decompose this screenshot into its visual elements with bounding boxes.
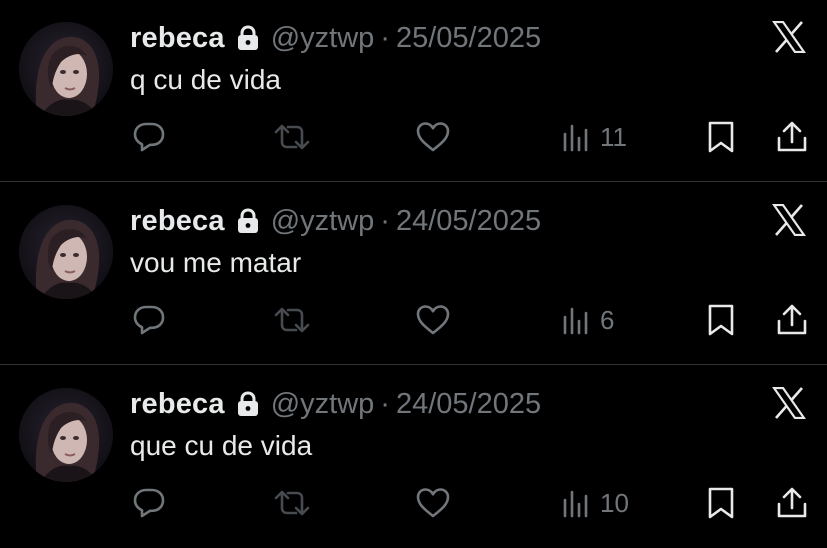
tweet[interactable]: rebeca @yztwp · 25/05/2025 q cu de vida xyxy=(0,0,827,182)
handle[interactable]: @yztwp xyxy=(271,388,375,421)
views-count: 6 xyxy=(600,304,615,335)
views-chart-icon xyxy=(563,490,588,518)
share-icon xyxy=(777,304,807,335)
views-count: 11 xyxy=(600,121,627,152)
x-logo-icon xyxy=(771,386,807,420)
timestamp[interactable]: 25/05/2025 xyxy=(396,22,541,55)
divider xyxy=(0,181,827,182)
tweet-header: rebeca @yztwp · 25/05/2025 xyxy=(130,20,541,56)
views-button[interactable]: 6 xyxy=(562,303,614,337)
divider xyxy=(0,364,827,365)
views-count: 10 xyxy=(600,487,629,518)
reply-icon xyxy=(133,488,165,518)
handle[interactable]: @yztwp xyxy=(271,205,375,238)
avatar[interactable] xyxy=(19,388,113,482)
retweet-icon xyxy=(274,307,310,333)
reply-icon xyxy=(133,122,165,152)
like-button[interactable] xyxy=(415,486,451,520)
timestamp[interactable]: 24/05/2025 xyxy=(396,205,541,238)
retweet-button[interactable] xyxy=(273,120,311,154)
display-name[interactable]: rebeca xyxy=(130,205,225,238)
lock-icon xyxy=(237,208,259,234)
timestamp[interactable]: 24/05/2025 xyxy=(396,388,541,421)
tweet-text: q cu de vida xyxy=(130,64,281,95)
views-button[interactable]: 11 xyxy=(562,120,627,154)
share-button[interactable] xyxy=(776,120,808,154)
share-button[interactable] xyxy=(776,486,808,520)
lock-icon xyxy=(237,391,259,417)
avatar[interactable] xyxy=(19,22,113,116)
tweet-header: rebeca @yztwp · 24/05/2025 xyxy=(130,386,541,422)
share-icon xyxy=(777,121,807,152)
views-chart-icon xyxy=(563,307,588,335)
like-button[interactable] xyxy=(415,120,451,154)
reply-icon xyxy=(133,305,165,335)
retweet-icon xyxy=(274,124,310,150)
display-name[interactable]: rebeca xyxy=(130,22,225,55)
tweet[interactable]: rebeca @yztwp · 24/05/2025 que cu de vid… xyxy=(0,366,827,548)
lock-icon xyxy=(237,25,259,51)
reply-button[interactable] xyxy=(132,486,166,520)
handle[interactable]: @yztwp xyxy=(271,22,375,55)
bookmark-icon xyxy=(708,121,734,153)
separator-dot: · xyxy=(380,21,390,54)
avatar[interactable] xyxy=(19,205,113,299)
separator-dot: · xyxy=(380,204,390,237)
bookmark-button[interactable] xyxy=(706,303,736,337)
reply-button[interactable] xyxy=(132,303,166,337)
tweet-text: vou me matar xyxy=(130,247,302,278)
views-chart-icon xyxy=(563,124,588,152)
bookmark-icon xyxy=(708,487,734,519)
views-button[interactable]: 10 xyxy=(562,486,629,520)
bookmark-button[interactable] xyxy=(706,486,736,520)
share-button[interactable] xyxy=(776,303,808,337)
x-logo-icon xyxy=(771,20,807,54)
heart-icon xyxy=(416,488,450,518)
separator-dot: · xyxy=(380,387,390,420)
retweet-button[interactable] xyxy=(273,486,311,520)
retweet-icon xyxy=(274,490,310,516)
tweet-header: rebeca @yztwp · 24/05/2025 xyxy=(130,203,541,239)
like-button[interactable] xyxy=(415,303,451,337)
share-icon xyxy=(777,487,807,518)
bookmark-button[interactable] xyxy=(706,120,736,154)
heart-icon xyxy=(416,122,450,152)
reply-button[interactable] xyxy=(132,120,166,154)
bookmark-icon xyxy=(708,304,734,336)
heart-icon xyxy=(416,305,450,335)
display-name[interactable]: rebeca xyxy=(130,388,225,421)
retweet-button[interactable] xyxy=(273,303,311,337)
tweet-feed: rebeca @yztwp · 25/05/2025 q cu de vida xyxy=(0,0,827,544)
tweet-text: que cu de vida xyxy=(130,430,313,461)
tweet[interactable]: rebeca @yztwp · 24/05/2025 vou me matar xyxy=(0,183,827,365)
x-logo-icon xyxy=(771,203,807,237)
